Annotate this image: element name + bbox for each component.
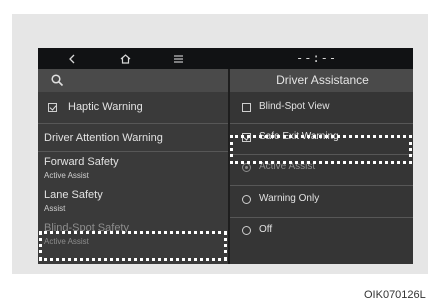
- menu-item-driver-attention-warning[interactable]: Driver Attention Warning: [44, 132, 163, 144]
- search-icon[interactable]: [51, 74, 64, 92]
- menu-item-sublabel: Active Assist: [44, 171, 89, 180]
- left-menu-header: [38, 69, 228, 92]
- divider: [230, 185, 413, 186]
- option-label: Warning Only: [259, 193, 320, 204]
- image-code: OIK070126L: [364, 289, 426, 301]
- highlight-safe-exit-warning: [230, 135, 412, 164]
- haptic-warning-checkbox[interactable]: [48, 103, 57, 112]
- menu-item-label: Haptic Warning: [68, 101, 143, 113]
- driver-assistance-panel: Driver Assistance Blind-Spot View Safe E…: [228, 69, 413, 264]
- blind-spot-view-checkbox[interactable]: [242, 103, 251, 112]
- divider: [38, 123, 228, 124]
- back-chevron-icon[interactable]: [66, 48, 78, 69]
- status-bar: --:--: [38, 48, 413, 69]
- option-label: Blind-Spot View: [259, 101, 330, 112]
- divider: [230, 217, 413, 218]
- menu-item-label: Forward Safety: [44, 156, 119, 168]
- divider: [230, 123, 413, 124]
- home-icon[interactable]: [118, 48, 132, 69]
- panel-title: Driver Assistance: [230, 69, 413, 92]
- highlight-blind-spot-safety: [39, 231, 227, 261]
- option-label: Off: [259, 224, 273, 235]
- warning-only-radio[interactable]: [242, 195, 251, 204]
- menu-item-sublabel: Assist: [44, 204, 66, 213]
- off-radio[interactable]: [242, 226, 251, 235]
- divider: [38, 151, 228, 152]
- menu-item-label: Lane Safety: [44, 189, 103, 201]
- clock-display: --:--: [296, 51, 338, 65]
- active-assist-radio[interactable]: [242, 163, 251, 172]
- menu-icon[interactable]: [172, 48, 184, 69]
